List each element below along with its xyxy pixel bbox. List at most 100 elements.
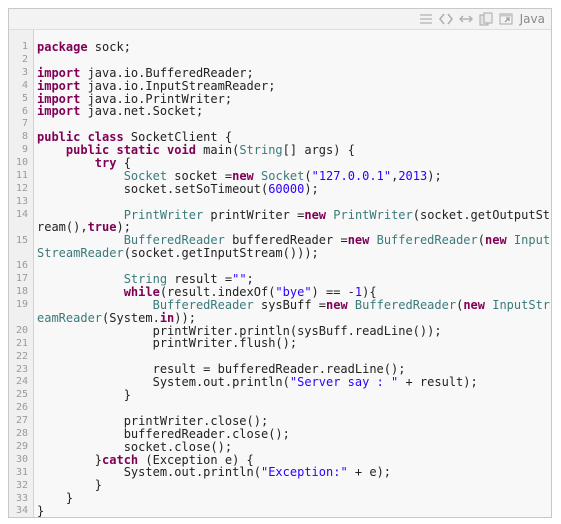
code-token: new: [304, 207, 327, 222]
code-token: }: [37, 388, 131, 403]
line-number: 4: [21, 79, 28, 91]
code-token: String: [123, 272, 168, 287]
code-token: result =: [167, 272, 233, 287]
code-token: {: [116, 156, 131, 171]
popup-icon[interactable]: [498, 11, 514, 27]
code-token: while: [123, 284, 160, 299]
code-token: + e);: [347, 465, 392, 480]
code-token: printWriter =: [203, 207, 305, 222]
code-snippet-panel: Java 1 2 3 4 5 6 7 8 9 10 11 12 13 14 15 16 17 18 19 20 21 22…: [8, 8, 552, 518]
code-token: ream(),: [37, 220, 88, 235]
code-token: Input: [513, 233, 551, 248]
code-token: import: [37, 78, 81, 93]
code-token: "Server say : ": [289, 375, 399, 390]
code-token: in: [159, 310, 175, 325]
code-token: public class: [37, 130, 124, 145]
line-number: 7: [21, 118, 28, 130]
line-number: 29: [15, 440, 28, 452]
code-token: BufferedReader: [354, 297, 457, 312]
code-token: BufferedReader: [376, 233, 478, 248]
code-token: java.io.BufferedReader;: [80, 65, 254, 80]
code-token: java.io.InputStreamReader;: [80, 78, 276, 93]
code-token: socket.close();: [37, 439, 233, 454]
line-number: 28: [15, 428, 28, 439]
code-token: ;: [246, 272, 254, 287]
line-number: 26: [15, 402, 28, 414]
line-number: 19: [15, 299, 28, 310]
code-token: new: [232, 168, 254, 183]
line-number: 17: [15, 273, 28, 285]
line-number: 16: [15, 260, 28, 272]
line-number: 13: [15, 195, 28, 207]
line-number: 23: [15, 363, 28, 375]
code-token: );: [304, 181, 319, 196]
code-line: StreamReader(socket.getInputStream()));: [37, 247, 545, 260]
code-token: socket.setSoTimeout(: [37, 181, 269, 196]
code-token: main(: [195, 143, 240, 158]
code-token: "Exception:": [260, 465, 348, 480]
code-token: eamReader: [37, 310, 103, 325]
code-token: catch: [102, 452, 139, 467]
code-token: new: [347, 233, 370, 248]
code-token: try: [94, 156, 117, 171]
line-number-gutter: 1 2 3 4 5 6 7 8 9 10 11 12 13 14 15 16 17 18 19 20 21 22 23 24 2…: [9, 30, 34, 517]
code-token: printWriter.close();: [37, 413, 269, 428]
line-number: 14: [15, 208, 28, 220]
code-token: System.out.println(: [37, 465, 261, 480]
code-token: }: [37, 478, 103, 493]
code-token: }: [37, 504, 45, 519]
code-token: 60000: [268, 181, 305, 196]
code-token: socket =: [167, 168, 233, 183]
code-icon[interactable]: [438, 11, 454, 27]
code-token: InputStr: [492, 297, 551, 312]
code-token: }: [37, 491, 74, 506]
code-token: "": [232, 272, 247, 287]
language-label: Java: [519, 12, 545, 26]
code-token: new: [326, 297, 348, 312]
code-line: }: [37, 479, 545, 492]
code-token: Socket: [261, 168, 305, 183]
code-token: "bye": [275, 284, 312, 299]
code-token: bufferedReader.close();: [37, 426, 290, 441]
expand-icon[interactable]: [458, 11, 474, 27]
code-token: (: [477, 233, 485, 248]
code-token: (System.: [102, 310, 160, 325]
code-token: (Exception e) {: [138, 452, 254, 467]
copy-icon[interactable]: [478, 11, 494, 27]
line-number: 31: [15, 466, 28, 478]
line-number: 6: [21, 105, 28, 117]
line-number: 3: [21, 66, 28, 78]
code-token: import: [37, 65, 81, 80]
line-number: 12: [15, 182, 28, 194]
line-number: 2: [21, 53, 28, 65]
code-token: sock;: [87, 40, 131, 54]
line-number: 11: [15, 170, 28, 181]
line-number: 9: [21, 144, 28, 156]
line-number: 34: [15, 505, 28, 517]
code-line: }: [37, 505, 545, 518]
code-token: printWriter.println(sysBuff.readLine());: [37, 323, 442, 338]
code-token: java.net.Socket;: [80, 104, 204, 119]
code-token: sysBuff =: [253, 297, 326, 312]
line-number: 24: [15, 376, 28, 388]
code-lines: package sock; import java.io.BufferedRead…: [37, 40, 550, 518]
view-source-icon[interactable]: [418, 11, 434, 27]
code-line: printWriter.flush();: [37, 337, 545, 350]
code-token: ));: [174, 310, 196, 325]
snippet-toolbar: Java: [9, 9, 551, 30]
code-token: (: [304, 168, 312, 183]
code-token: result = bufferedReader.readLine();: [37, 362, 406, 377]
code-line: import java.net.Socket;: [37, 105, 545, 118]
code-token: );: [116, 220, 131, 235]
code-token: Socket: [123, 168, 168, 183]
line-number: 15: [15, 234, 28, 246]
line-number: 8: [21, 131, 28, 143]
